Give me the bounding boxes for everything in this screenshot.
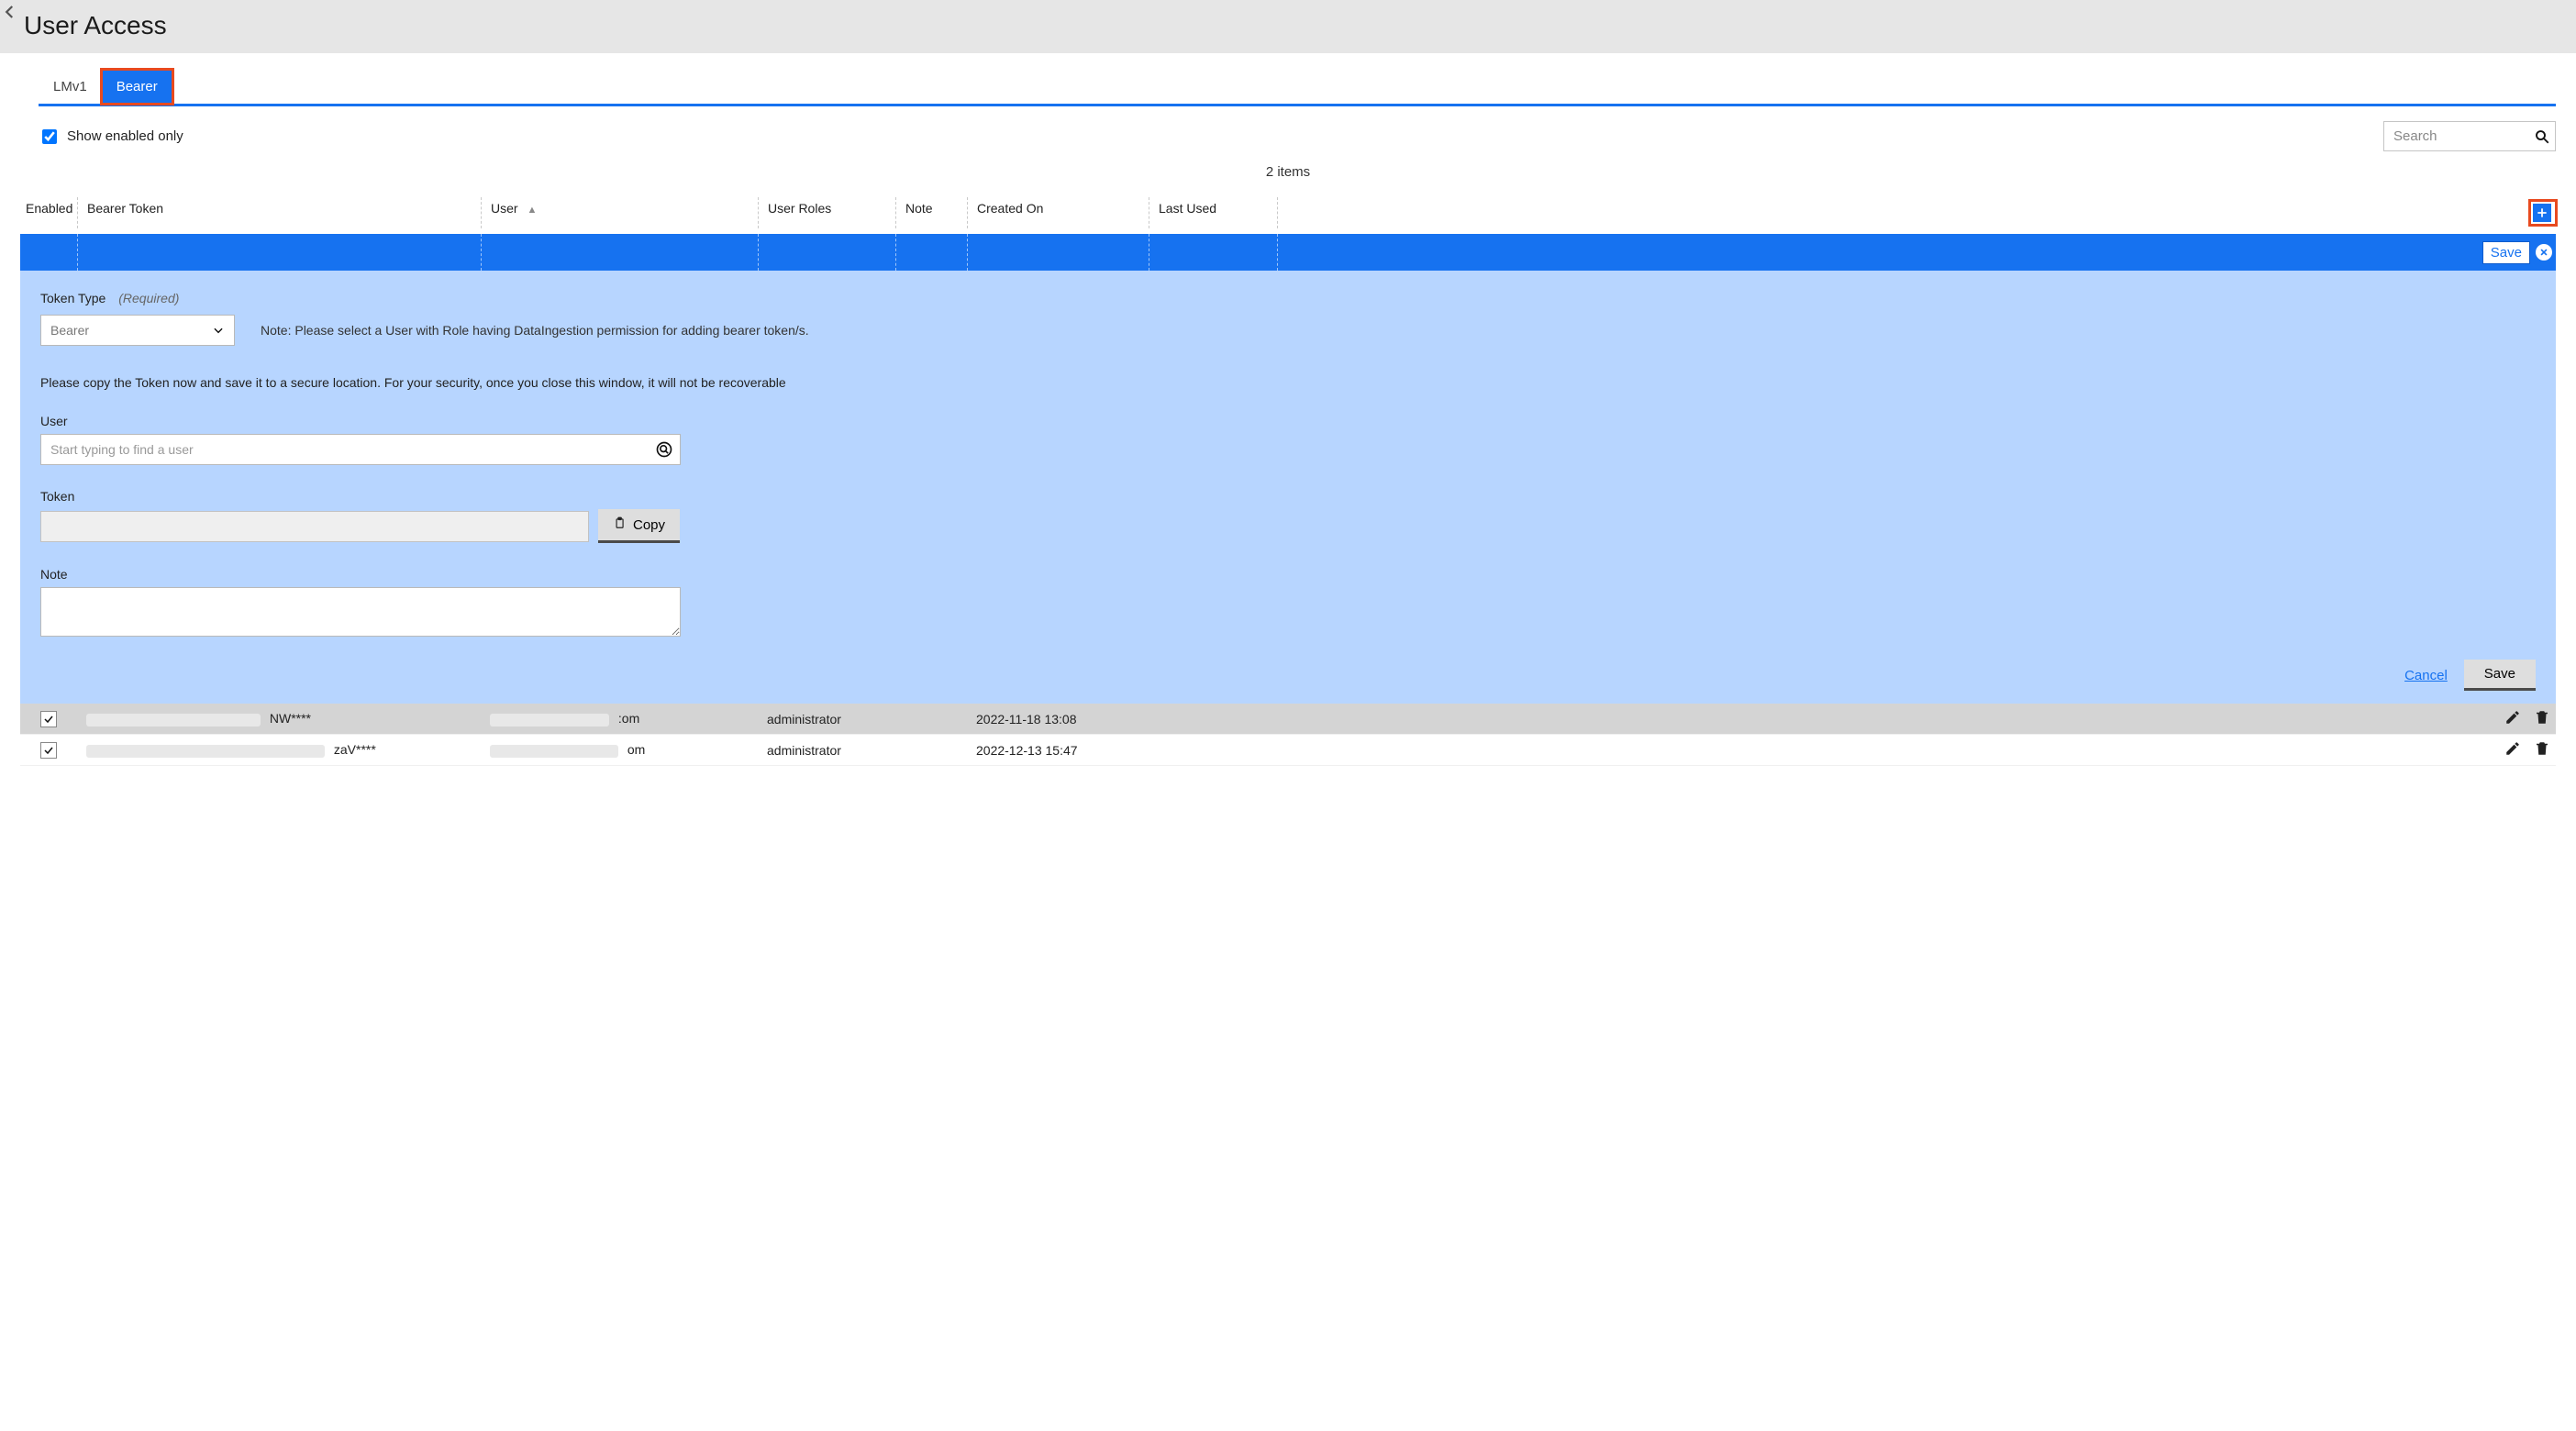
insert-save-button[interactable]: Save — [2482, 241, 2530, 264]
search-icon[interactable] — [2534, 128, 2550, 145]
search-input[interactable] — [2383, 121, 2556, 151]
note-label: Note — [40, 567, 2536, 582]
col-header-actions — [1277, 197, 2556, 228]
grid-header: Enabled Bearer Token User ▲ User Roles N… — [20, 191, 2556, 234]
tab-lmv1[interactable]: LMv1 — [39, 70, 102, 104]
tab-bearer[interactable]: Bearer — [102, 70, 172, 104]
token-type-select[interactable]: Bearer — [40, 315, 235, 346]
row-roles: administrator — [758, 712, 895, 727]
chevron-down-icon — [212, 324, 225, 337]
token-type-label: Token Type — [40, 291, 105, 305]
search-box — [2383, 121, 2556, 151]
row-enabled-checkbox[interactable] — [40, 711, 57, 727]
grid: Enabled Bearer Token User ▲ User Roles N… — [20, 191, 2556, 766]
user-field: User — [40, 414, 2536, 465]
controls-row: Show enabled only — [20, 106, 2556, 159]
copy-warning: Please copy the Token now and save it to… — [40, 375, 2536, 390]
col-header-roles: User Roles — [758, 197, 895, 228]
row-token-suffix: zaV**** — [334, 742, 376, 757]
table-row: NW**** :om administrator 2022-11-18 13:0… — [20, 704, 2556, 735]
row-roles: administrator — [758, 743, 895, 758]
row-token-suffix: NW**** — [270, 711, 311, 726]
token-form-panel: Token Type (Required) Bearer Note: Pleas… — [20, 271, 2556, 704]
copy-label: Copy — [633, 517, 665, 533]
token-input[interactable] — [40, 511, 589, 542]
back-chevron-icon[interactable] — [2, 4, 18, 22]
show-enabled-checkbox[interactable]: Show enabled only — [39, 127, 183, 147]
delete-icon[interactable] — [2534, 740, 2550, 757]
edit-icon[interactable] — [2504, 709, 2521, 726]
col-header-user[interactable]: User ▲ — [481, 197, 758, 228]
token-field: Token Copy — [40, 489, 2536, 543]
panel-actions: Cancel Save — [40, 660, 2536, 691]
page-title: User Access — [24, 11, 2561, 40]
content: LMv1 Bearer Show enabled only 2 items En… — [0, 53, 2576, 784]
cancel-button[interactable]: Cancel — [2404, 668, 2448, 683]
clipboard-icon — [613, 516, 626, 534]
required-indicator: (Required) — [118, 291, 179, 305]
redacted-text — [86, 714, 261, 727]
table-row: zaV**** om administrator 2022-12-13 15:4… — [20, 735, 2556, 766]
redacted-text — [86, 745, 325, 758]
insert-close-button[interactable] — [2536, 244, 2552, 261]
token-type-field: Token Type (Required) Bearer Note: Pleas… — [40, 291, 2536, 346]
col-header-lastused: Last Used — [1149, 197, 1277, 228]
token-type-helper: Note: Please select a User with Role hav… — [261, 323, 809, 338]
show-enabled-label: Show enabled only — [67, 128, 183, 144]
sort-asc-icon: ▲ — [527, 205, 537, 216]
note-input[interactable] — [40, 587, 681, 637]
row-user-suffix: om — [627, 742, 645, 757]
row-user-suffix: :om — [618, 711, 639, 726]
redacted-text — [490, 745, 618, 758]
row-token: NW**** — [77, 711, 481, 726]
user-label: User — [40, 414, 2536, 428]
copy-button[interactable]: Copy — [598, 509, 680, 543]
row-user: :om — [481, 711, 758, 726]
insert-row: Save — [20, 234, 2556, 271]
note-field: Note — [40, 567, 2536, 639]
delete-icon[interactable] — [2534, 709, 2550, 726]
add-token-button[interactable] — [2533, 204, 2551, 222]
token-type-value: Bearer — [50, 323, 89, 338]
col-header-created: Created On — [967, 197, 1149, 228]
col-header-enabled: Enabled — [20, 197, 77, 228]
insert-row-dividers — [20, 234, 2482, 271]
row-token: zaV**** — [77, 742, 481, 757]
show-enabled-input[interactable] — [42, 129, 57, 144]
token-label: Token — [40, 489, 2536, 504]
col-header-note: Note — [895, 197, 967, 228]
row-user: om — [481, 742, 758, 757]
user-input[interactable] — [40, 434, 681, 465]
row-created: 2022-12-13 15:47 — [967, 743, 1149, 758]
redacted-text — [490, 714, 609, 727]
tabs-bar: LMv1 Bearer — [39, 53, 2556, 106]
row-created: 2022-11-18 13:08 — [967, 712, 1149, 727]
row-enabled-checkbox[interactable] — [40, 742, 57, 759]
col-header-token: Bearer Token — [77, 197, 481, 228]
edit-icon[interactable] — [2504, 740, 2521, 757]
save-button[interactable]: Save — [2464, 660, 2536, 691]
header-bar: User Access — [0, 4, 2576, 53]
user-search-icon[interactable] — [655, 440, 673, 459]
col-header-user-label: User — [491, 201, 518, 216]
item-count: 2 items — [20, 159, 2556, 191]
